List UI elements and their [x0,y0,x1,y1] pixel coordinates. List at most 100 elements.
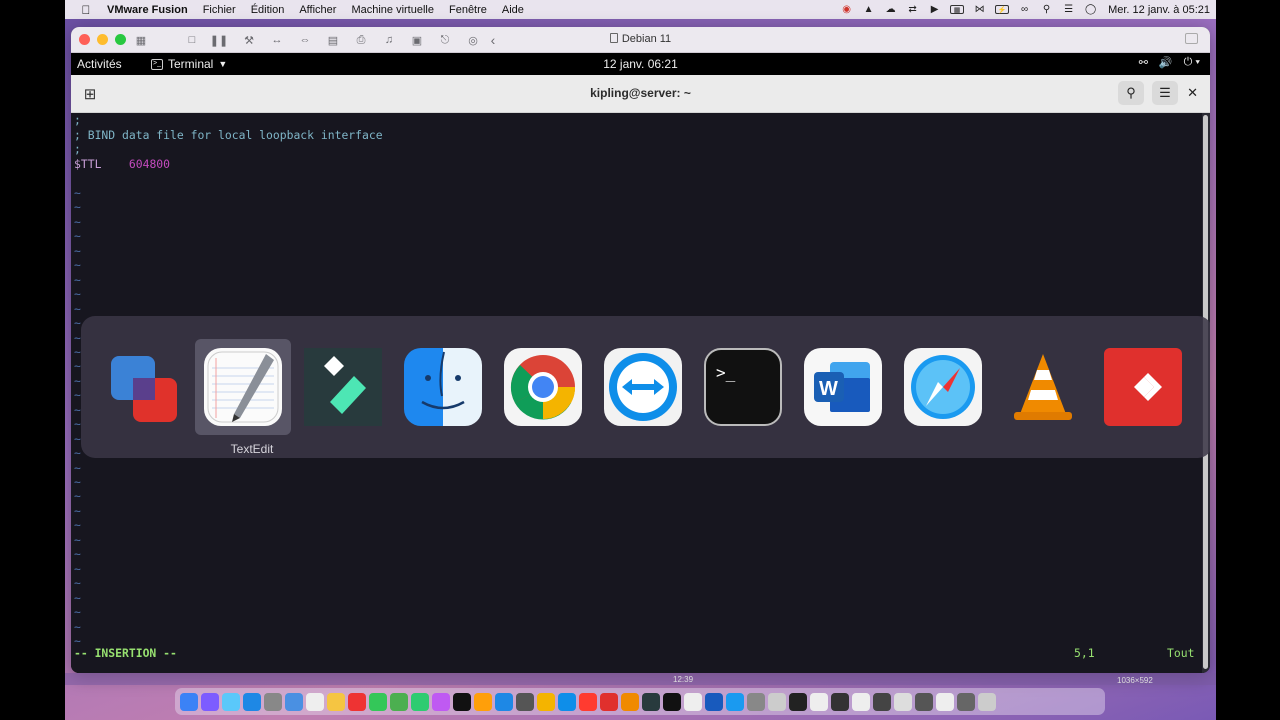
dock-app-icon[interactable] [579,692,597,711]
mac-dock [175,688,1105,715]
dock-app-icon[interactable] [453,692,471,711]
app-chrome[interactable] [495,339,591,435]
mac-desktop:  VMware Fusion Fichier Édition Afficher… [65,0,1216,720]
ttl-directive: $TTL [74,157,102,171]
battery-icon[interactable]: ⚡ [995,5,1010,14]
anydesk-icon [1104,348,1182,426]
app-vlc[interactable] [995,339,1091,435]
dock-app-icon[interactable] [873,692,891,711]
dock-app-icon[interactable] [411,692,429,711]
link-icon[interactable]: ∞ [1018,4,1031,15]
gnome-topbar: Activités >_ Terminal ▼ 12 janv. 06:21 ⚯… [71,53,1210,75]
app-finder[interactable] [395,339,491,435]
bluetooth-icon[interactable]: ⋈ [973,4,986,15]
menu-app-name[interactable]: VMware Fusion [107,4,188,16]
empty-line-tilde: ~ [74,229,81,244]
menu-fenetre[interactable]: Fenêtre [449,4,487,16]
apple-menu-icon[interactable]:  [79,3,93,17]
dock-app-icon[interactable] [957,692,975,711]
close-terminal-button[interactable]: ✕ [1187,85,1198,101]
dock-app-icon[interactable] [285,692,303,711]
chrome-icon [504,348,582,426]
dock-app-icon[interactable] [831,692,849,711]
dock-app-icon[interactable] [243,692,261,711]
empty-line-tilde: ~ [74,518,81,533]
menu-aide[interactable]: Aide [502,4,524,16]
dock-app-icon[interactable] [810,692,828,711]
scroll-indicator: Tout [1167,646,1195,660]
dock-app-icon[interactable] [894,692,912,711]
dock-app-icon[interactable] [642,692,660,711]
app-terminal[interactable]: >_ [695,339,791,435]
empty-line-tilde: ~ [74,243,81,258]
dock-app-icon[interactable] [516,692,534,711]
dock-app-icon[interactable] [852,692,870,711]
fullscreen-icon[interactable] [1185,33,1198,44]
app-textedit[interactable] [195,339,291,435]
menubar-tray: ◉ ▲ ☁ ⇄ ▶ ▦ ⋈ ⚡ ∞ ⚲ ☰ ◯ Mer. 12 janv. à … [840,0,1210,19]
dock-app-icon[interactable] [264,692,282,711]
menubar-clock[interactable]: Mer. 12 janv. à 05:21 [1108,4,1210,16]
play-icon[interactable]: ▶ [928,4,941,15]
gnome-system-menu[interactable]: ⚯ 🔊 ⏻ ▾ [1139,56,1200,69]
hamburger-menu-button[interactable]: ☰ [1152,81,1178,105]
screen:  VMware Fusion Fichier Édition Afficher… [0,0,1280,720]
textedit-icon [204,348,282,426]
dock-app-icon[interactable] [663,692,681,711]
dock-app-icon[interactable] [201,692,219,711]
empty-line-tilde: ~ [74,475,81,489]
gnome-clock[interactable]: 12 janv. 06:21 [71,57,1210,71]
cursor-position: 5,1 [1074,646,1095,660]
menu-edition[interactable]: Édition [251,4,285,16]
dock-app-icon[interactable] [936,692,954,711]
dock-app-icon[interactable] [537,692,555,711]
app-anydesk[interactable] [1095,339,1191,435]
dock-app-icon[interactable] [558,692,576,711]
dock-app-icon[interactable] [747,692,765,711]
dock-app-icon[interactable] [222,692,240,711]
dock-app-icon[interactable] [474,692,492,711]
menu-fichier[interactable]: Fichier [203,4,236,16]
app-vmware-fusion[interactable] [96,339,192,435]
dock-app-icon[interactable] [495,692,513,711]
dock-app-icon[interactable] [726,692,744,711]
dock-app-icon[interactable] [768,692,786,711]
record-icon[interactable]: ◉ [840,4,853,15]
dock-app-icon[interactable] [789,692,807,711]
dock-app-icon[interactable] [390,692,408,711]
siri-icon[interactable]: ◯ [1084,4,1097,15]
dock-app-icon[interactable] [684,692,702,711]
dock-app-icon[interactable] [327,692,345,711]
app-safari[interactable] [895,339,991,435]
dock-app-icon[interactable] [705,692,723,711]
empty-line-tilde: ~ [74,373,81,388]
dock-app-icon[interactable] [180,692,198,711]
teamviewer-icon[interactable]: ⇄ [906,4,919,15]
cloud-icon[interactable]: ☁ [884,4,897,15]
search-button[interactable]: ⚲ [1118,81,1144,105]
dock-app-icon[interactable] [978,692,996,711]
dock-app-icon[interactable] [600,692,618,711]
menu-machine-virtuelle[interactable]: Machine virtuelle [351,4,434,16]
search-icon[interactable]: ⚲ [1040,4,1053,15]
control-center-icon[interactable]: ☰ [1062,4,1075,15]
dock-app-icon[interactable] [369,692,387,711]
dock-app-icon[interactable] [621,692,639,711]
vmware-icon [105,348,183,426]
app-teamviewer[interactable] [595,339,691,435]
empty-line-tilde: ~ [74,561,81,576]
code-line-3: ; [74,142,81,156]
vlc-icon [1004,348,1082,426]
menu-afficher[interactable]: Afficher [299,4,336,16]
app-filmora[interactable] [295,339,391,435]
strip-time: 12:39 [673,675,694,684]
dock-app-icon[interactable] [306,692,324,711]
cone-icon[interactable]: ▲ [862,4,875,15]
app-word[interactable]: W [795,339,891,435]
ram-icon[interactable]: ▦ [950,5,965,14]
empty-line-tilde: ~ [74,287,81,302]
dock-app-icon[interactable] [432,692,450,711]
empty-line-tilde: ~ [74,590,81,605]
dock-app-icon[interactable] [348,692,366,711]
dock-app-icon[interactable] [915,692,933,711]
